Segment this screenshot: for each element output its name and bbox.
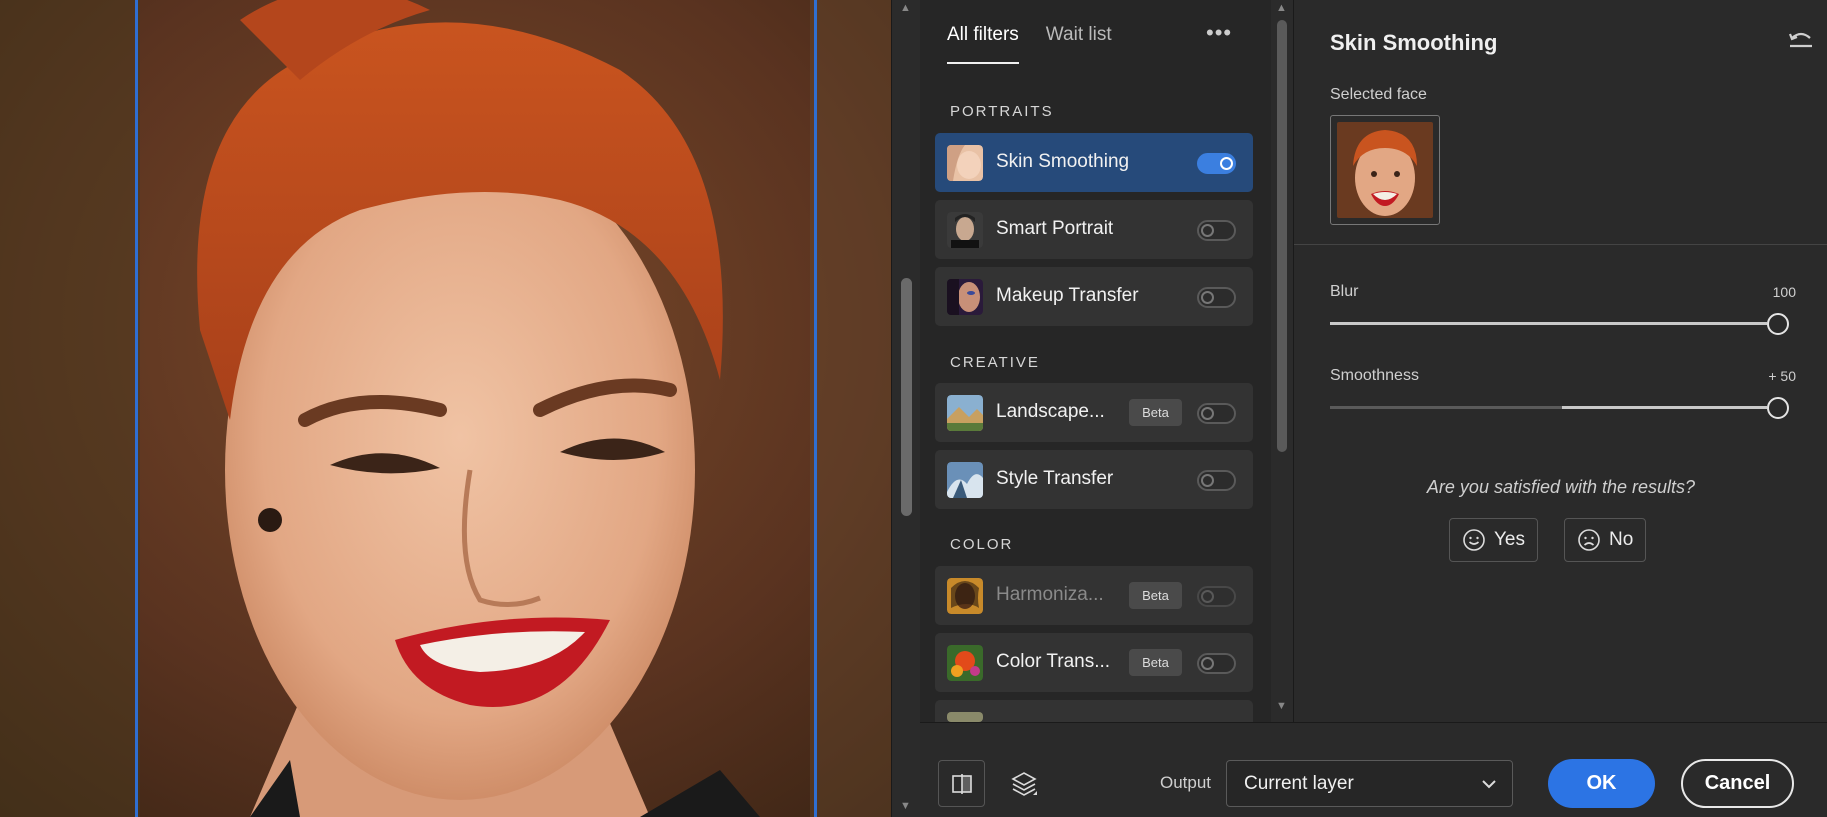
output-label: Output bbox=[1160, 773, 1212, 792]
crop-guide-left[interactable] bbox=[135, 0, 138, 817]
section-portraits: PORTRAITS bbox=[950, 103, 1054, 120]
smart-portrait-toggle[interactable] bbox=[1197, 220, 1236, 241]
layers-icon bbox=[1010, 771, 1037, 796]
tab-all-filters[interactable]: All filters bbox=[947, 24, 1019, 64]
smart-portrait-thumbnail-icon bbox=[947, 212, 983, 248]
scroll-down-icon[interactable]: ▼ bbox=[1276, 700, 1287, 712]
face-thumbnail-image bbox=[1337, 122, 1433, 218]
canvas-scrollbar[interactable]: ▲ ▼ bbox=[891, 0, 920, 817]
filter-item-label: Style Transfer bbox=[996, 468, 1114, 489]
scroll-up-icon[interactable]: ▲ bbox=[900, 2, 911, 14]
filter-item-label: Color Trans... bbox=[996, 651, 1111, 672]
filter-item-label: Harmoniza... bbox=[996, 584, 1104, 605]
filter-item-skin-smoothing[interactable]: Skin Smoothing bbox=[935, 133, 1253, 192]
beta-badge: Beta bbox=[1129, 582, 1182, 609]
makeup-transfer-toggle[interactable] bbox=[1197, 287, 1236, 308]
filter-item-smart-portrait[interactable]: Smart Portrait bbox=[935, 200, 1253, 259]
feedback-question: Are you satisfied with the results? bbox=[1426, 477, 1696, 497]
feedback-no-button[interactable]: No bbox=[1564, 518, 1647, 562]
landscape-thumbnail-icon bbox=[947, 395, 983, 431]
landscape-toggle[interactable] bbox=[1197, 403, 1236, 424]
blur-slider-handle[interactable] bbox=[1767, 313, 1789, 335]
filter-properties-panel: Skin Smoothing Selected face Blur 100 Sm… bbox=[1293, 0, 1827, 722]
smoothness-label: Smoothness bbox=[1330, 367, 1419, 384]
makeup-transfer-thumbnail-icon bbox=[947, 279, 983, 315]
filter-item-style-transfer[interactable]: Style Transfer bbox=[935, 450, 1253, 509]
crop-guide-right[interactable] bbox=[814, 0, 817, 817]
smoothness-slider-fill bbox=[1562, 406, 1767, 409]
filter-item-label: Skin Smoothing bbox=[996, 151, 1130, 172]
smoothness-slider-handle[interactable] bbox=[1767, 397, 1789, 419]
harmonization-thumbnail-icon bbox=[947, 578, 983, 614]
skin-smoothing-toggle[interactable] bbox=[1197, 153, 1236, 174]
feedback-yes-button[interactable]: Yes bbox=[1449, 518, 1538, 562]
filters-scroll-thumb[interactable] bbox=[1277, 20, 1287, 452]
layers-button[interactable] bbox=[1000, 760, 1047, 807]
feedback-no-label: No bbox=[1609, 529, 1634, 550]
blur-value: 100 bbox=[1772, 284, 1796, 300]
beta-badge: Beta bbox=[1129, 399, 1182, 426]
bottom-action-bar: Output Current layer OK Cancel bbox=[920, 722, 1827, 817]
color-transfer-thumbnail-icon bbox=[947, 645, 983, 681]
reset-icon[interactable] bbox=[1786, 26, 1816, 56]
panel-divider bbox=[1294, 244, 1827, 245]
chevron-down-icon bbox=[1482, 780, 1496, 789]
filter-item-color-transfer[interactable]: Color Trans... Beta bbox=[935, 633, 1253, 692]
filter-item-makeup-transfer[interactable]: Makeup Transfer bbox=[935, 267, 1253, 326]
smoothness-slider-track[interactable] bbox=[1330, 406, 1767, 409]
blur-slider-track[interactable] bbox=[1330, 322, 1767, 325]
filters-panel: All filters Wait list ••• PORTRAITS Skin… bbox=[920, 0, 1271, 722]
selected-face-label: Selected face bbox=[1330, 86, 1427, 103]
scroll-down-icon[interactable]: ▼ bbox=[900, 800, 911, 812]
scroll-up-icon[interactable]: ▲ bbox=[1276, 2, 1287, 14]
harmonization-toggle[interactable] bbox=[1197, 586, 1236, 607]
beta-badge: Beta bbox=[1129, 649, 1182, 676]
canvas-preview[interactable] bbox=[0, 0, 891, 817]
output-select-value: Current layer bbox=[1244, 773, 1354, 794]
section-creative: CREATIVE bbox=[950, 354, 1040, 371]
smoothness-value: + 50 bbox=[1768, 368, 1796, 384]
style-transfer-toggle[interactable] bbox=[1197, 470, 1236, 491]
filter-item-label: Makeup Transfer bbox=[996, 285, 1139, 306]
filter-thumbnail-icon bbox=[947, 712, 983, 722]
selected-face-thumbnail[interactable] bbox=[1330, 115, 1440, 225]
output-select[interactable]: Current layer bbox=[1226, 760, 1513, 807]
filter-item-harmonization[interactable]: Harmoniza... Beta bbox=[935, 566, 1253, 625]
filters-scrollbar[interactable]: ▲ ▼ bbox=[1271, 0, 1293, 722]
portrait-photo bbox=[0, 0, 891, 817]
filter-item-partial[interactable] bbox=[935, 700, 1253, 722]
filter-tabs: All filters Wait list bbox=[947, 24, 1112, 64]
tab-wait-list[interactable]: Wait list bbox=[1046, 24, 1112, 64]
filter-item-label: Landscape... bbox=[996, 401, 1105, 422]
split-view-icon bbox=[951, 773, 972, 794]
panel-title: Skin Smoothing bbox=[1330, 30, 1498, 55]
more-horizontal-icon[interactable]: ••• bbox=[1206, 20, 1232, 46]
compare-view-button[interactable] bbox=[938, 760, 985, 807]
skin-smoothing-thumbnail-icon bbox=[947, 145, 983, 181]
section-color: COLOR bbox=[950, 536, 1014, 553]
color-transfer-toggle[interactable] bbox=[1197, 653, 1236, 674]
blur-slider-fill bbox=[1330, 322, 1767, 325]
frown-icon bbox=[1578, 529, 1600, 551]
cancel-button[interactable]: Cancel bbox=[1681, 759, 1794, 808]
style-transfer-thumbnail-icon bbox=[947, 462, 983, 498]
filter-item-landscape[interactable]: Landscape... Beta bbox=[935, 383, 1253, 442]
filter-item-label: Smart Portrait bbox=[996, 218, 1114, 239]
blur-label: Blur bbox=[1330, 283, 1359, 300]
ok-button[interactable]: OK bbox=[1548, 759, 1655, 808]
feedback-yes-label: Yes bbox=[1494, 529, 1525, 550]
smile-icon bbox=[1463, 529, 1485, 551]
canvas-scroll-thumb[interactable] bbox=[901, 278, 912, 516]
